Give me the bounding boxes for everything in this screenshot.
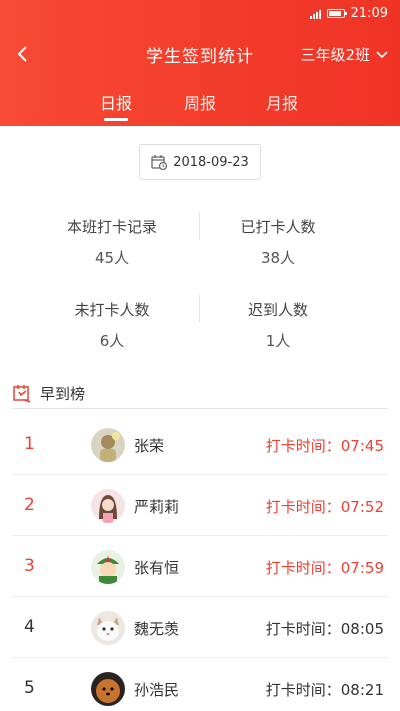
tab-monthly[interactable]: 月报 bbox=[252, 90, 312, 114]
divider bbox=[12, 408, 388, 409]
avatar bbox=[91, 611, 125, 645]
signal-icon bbox=[309, 9, 321, 19]
checkin-time: 打卡时间：08:05 bbox=[265, 620, 384, 638]
list-item[interactable]: 1 张荣 打卡时间：07:45 bbox=[0, 414, 400, 475]
stats-grid: 本班打卡记录 45人 已打卡人数 38人 未打卡人数 6人 迟到人数 1人 bbox=[0, 200, 400, 360]
rank-number: 2 bbox=[24, 495, 35, 515]
rank-number: 4 bbox=[24, 617, 35, 637]
calendar-alarm-icon bbox=[13, 385, 31, 403]
stat-value: 38人 bbox=[260, 249, 296, 267]
app-header: 21:09 学生签到统计 三年级2班 日报 周报 月报 bbox=[0, 0, 400, 126]
avatar bbox=[91, 489, 125, 523]
list-item[interactable]: 5 孙浩民 打卡时间：08:21 bbox=[0, 658, 400, 711]
status-time: 21:09 bbox=[350, 6, 388, 21]
stat-late: 迟到人数 1人 bbox=[178, 299, 378, 351]
class-selector-label: 三年级2班 bbox=[300, 46, 370, 64]
checkin-time: 打卡时间：07:52 bbox=[265, 498, 384, 516]
list-item[interactable]: 4 魏无羡 打卡时间：08:05 bbox=[0, 597, 400, 658]
date-value: 2018-09-23 bbox=[173, 154, 249, 170]
avatar bbox=[91, 672, 125, 706]
calendar-icon bbox=[151, 155, 168, 170]
status-bar: 21:09 bbox=[0, 0, 400, 28]
stat-checked-in: 已打卡人数 38人 bbox=[178, 216, 378, 268]
avatar bbox=[91, 428, 125, 462]
checkin-time: 打卡时间：08:21 bbox=[265, 681, 384, 699]
student-name: 孙浩民 bbox=[134, 681, 180, 699]
checkin-time: 打卡时间：07:59 bbox=[265, 559, 384, 577]
stat-label: 已打卡人数 bbox=[240, 218, 316, 236]
student-name: 魏无羡 bbox=[134, 620, 180, 638]
avatar bbox=[91, 550, 125, 584]
active-tab-indicator bbox=[104, 118, 128, 121]
list-item[interactable]: 3 张有恒 打卡时间：07:59 bbox=[0, 536, 400, 597]
stat-value: 1人 bbox=[265, 332, 291, 350]
student-name: 张荣 bbox=[134, 437, 165, 455]
student-name: 张有恒 bbox=[134, 559, 180, 577]
date-picker[interactable]: 2018-09-23 bbox=[139, 144, 261, 180]
rank-number: 3 bbox=[24, 556, 35, 576]
student-name: 严莉莉 bbox=[134, 498, 180, 516]
divider bbox=[199, 295, 200, 323]
list-item[interactable]: 2 严莉莉 打卡时间：07:52 bbox=[0, 475, 400, 536]
chevron-down-icon bbox=[376, 50, 388, 58]
rank-number: 5 bbox=[24, 678, 35, 698]
report-tabs: 日报 周报 月报 bbox=[0, 90, 400, 126]
tab-daily[interactable]: 日报 bbox=[86, 90, 146, 114]
battery-icon bbox=[326, 9, 347, 18]
checkin-time: 打卡时间：07:45 bbox=[265, 437, 384, 455]
divider bbox=[199, 212, 200, 240]
leaderboard-header: 早到榜 bbox=[12, 378, 388, 408]
title-bar: 学生签到统计 三年级2班 bbox=[0, 36, 400, 72]
rank-number: 1 bbox=[24, 434, 35, 454]
stat-label: 迟到人数 bbox=[247, 301, 308, 319]
leaderboard-title: 早到榜 bbox=[40, 384, 86, 403]
class-selector[interactable]: 三年级2班 bbox=[300, 44, 388, 65]
tab-weekly[interactable]: 周报 bbox=[170, 90, 230, 114]
